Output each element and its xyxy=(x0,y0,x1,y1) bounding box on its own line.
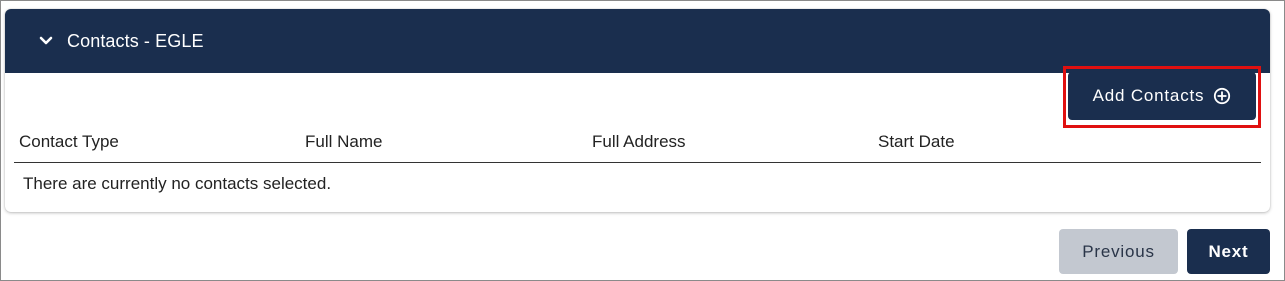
column-header-full-address: Full Address xyxy=(592,132,686,151)
add-contacts-label: Add Contacts xyxy=(1092,86,1205,105)
column-header-contact-type: Contact Type xyxy=(19,132,119,151)
previous-button[interactable]: Previous xyxy=(1059,229,1178,274)
plus-circle-icon xyxy=(1213,87,1231,105)
column-header-full-name: Full Name xyxy=(305,132,383,151)
column-header-start-date: Start Date xyxy=(878,132,955,151)
page-frame: Contacts - EGLE Contact Type Full Name F… xyxy=(0,0,1285,281)
add-contacts-button[interactable]: Add Contacts xyxy=(1068,72,1256,120)
chevron-down-icon[interactable] xyxy=(37,32,55,50)
empty-state-message: There are currently no contacts selected… xyxy=(23,174,332,193)
table-header-divider xyxy=(14,162,1261,163)
panel-title: Contacts - EGLE xyxy=(67,30,204,51)
contacts-panel-header[interactable]: Contacts - EGLE xyxy=(5,9,1270,73)
next-button[interactable]: Next xyxy=(1187,229,1270,274)
